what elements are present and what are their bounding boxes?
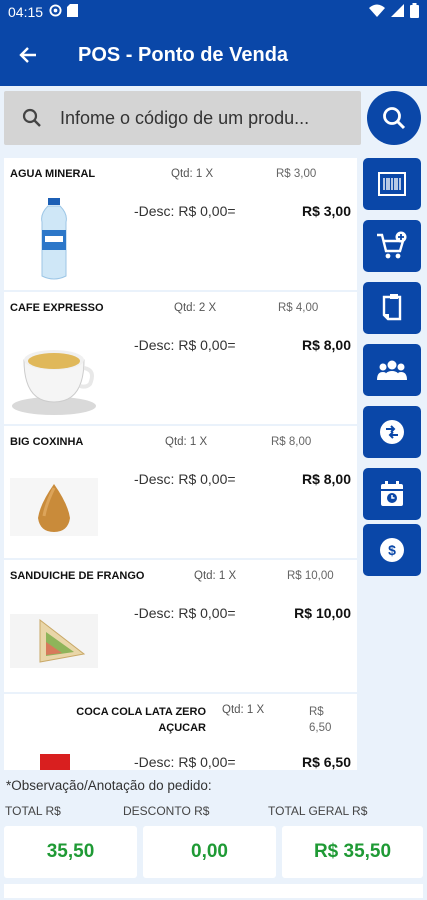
order-observation-link[interactable]: *Observação/Anotação do pedido: bbox=[6, 778, 212, 793]
coxinha-image bbox=[10, 464, 98, 550]
item-name: COCA COLA LATA ZERO AÇUCAR bbox=[62, 704, 206, 736]
item-unit-price: R$ 4,00 bbox=[278, 302, 319, 314]
discount-label: DESCONTO R$ bbox=[123, 804, 210, 818]
item-discount: -Desc: R$ 0,00= bbox=[134, 203, 236, 219]
add-to-cart-icon bbox=[377, 231, 407, 259]
item-quantity: Qtd: 2 X bbox=[174, 302, 217, 314]
item-name: BIG COXINHA bbox=[10, 436, 84, 448]
grand-total-label: TOTAL GERAL R$ bbox=[268, 804, 368, 818]
item-discount: -Desc: R$ 0,00= bbox=[134, 605, 236, 621]
barcode-icon bbox=[378, 172, 406, 196]
add-to-cart-button[interactable] bbox=[363, 220, 421, 272]
customers-icon bbox=[377, 360, 407, 380]
water-bottle-image bbox=[10, 196, 98, 282]
soda-can-image bbox=[10, 754, 98, 770]
item-total: R$ 3,00 bbox=[301, 203, 351, 219]
arrow-back-icon bbox=[19, 47, 36, 63]
settings-status-icon bbox=[49, 4, 62, 20]
item-name: CAFE EXPRESSO bbox=[10, 302, 104, 314]
item-discount: -Desc: R$ 0,00= bbox=[134, 337, 236, 353]
calendar-clock-icon bbox=[381, 481, 403, 506]
item-name: AGUA MINERAL bbox=[10, 168, 96, 180]
item-unit-price: R$ 8,00 bbox=[271, 436, 312, 448]
total-value: 35,50 bbox=[4, 826, 137, 878]
back-button[interactable] bbox=[0, 24, 56, 86]
item-total: R$ 6,50 bbox=[301, 754, 351, 770]
item-name-line: COCA COLA LATA ZERO bbox=[76, 706, 206, 718]
cart-item-list[interactable]: AGUA MINERAL Qtd: 1 X R$ 3,00 -Desc: R$ … bbox=[4, 158, 357, 770]
status-bar: 04:15 bbox=[0, 0, 427, 24]
item-quantity: Qtd: 1 X bbox=[222, 704, 265, 716]
item-total: R$ 8,00 bbox=[301, 471, 351, 487]
discount-button[interactable] bbox=[363, 406, 421, 458]
item-unit-price: R$ 10,00 bbox=[287, 570, 334, 582]
cart-item[interactable]: AGUA MINERAL Qtd: 1 X R$ 3,00 -Desc: R$ … bbox=[4, 158, 357, 290]
item-name: SANDUICHE DE FRANGO bbox=[10, 570, 145, 582]
app-bar: POS - Ponto de Venda bbox=[0, 24, 427, 86]
coffee-cup-image bbox=[10, 330, 98, 416]
search-icon bbox=[383, 107, 406, 130]
battery-icon bbox=[410, 3, 419, 21]
status-time: 04:15 bbox=[8, 4, 44, 20]
customers-button[interactable] bbox=[363, 344, 421, 396]
sandwich-image bbox=[10, 598, 98, 684]
payment-icon: $ bbox=[380, 538, 404, 562]
cart-item[interactable]: SANDUICHE DE FRANGO Qtd: 1 X R$ 10,00 -D… bbox=[4, 560, 357, 692]
item-total: R$ 8,00 bbox=[301, 337, 351, 353]
discount-icon bbox=[380, 420, 404, 444]
search-placeholder: Infome o código de um produ... bbox=[60, 107, 310, 128]
product-search-input[interactable]: Infome o código de um produ... bbox=[4, 91, 361, 145]
payment-button[interactable]: $ bbox=[363, 524, 421, 576]
sd-card-status-icon bbox=[67, 4, 79, 20]
item-unit-price: R$ 3,00 bbox=[276, 168, 317, 180]
cart-item[interactable]: CAFE EXPRESSO Qtd: 2 X R$ 4,00 -Desc: R$… bbox=[4, 292, 357, 424]
item-unit-price-line: R$ bbox=[309, 706, 324, 718]
search-icon bbox=[4, 108, 60, 128]
cart-item[interactable]: BIG COXINHA Qtd: 1 X R$ 8,00 -Desc: R$ 0… bbox=[4, 426, 357, 558]
document-button[interactable] bbox=[363, 282, 421, 334]
signal-icon bbox=[391, 4, 404, 20]
search-button[interactable] bbox=[367, 91, 421, 145]
wifi-icon bbox=[369, 4, 385, 20]
item-total: R$ 10,00 bbox=[294, 605, 351, 621]
item-discount: -Desc: R$ 0,00= bbox=[134, 471, 236, 487]
cart-item[interactable]: COCA COLA LATA ZERO AÇUCAR Qtd: 1 X R$ 6… bbox=[4, 694, 357, 770]
item-discount: -Desc: R$ 0,00= bbox=[134, 754, 236, 770]
item-unit-price-line: 6,50 bbox=[309, 722, 332, 734]
barcode-scan-button[interactable] bbox=[363, 158, 421, 210]
item-quantity: Qtd: 1 X bbox=[165, 436, 208, 448]
item-name-line: AÇUCAR bbox=[158, 722, 206, 734]
svg-text:$: $ bbox=[388, 542, 396, 558]
item-unit-price: R$ 6,50 bbox=[309, 704, 331, 736]
schedule-button[interactable] bbox=[363, 468, 421, 520]
page-title: POS - Ponto de Venda bbox=[78, 43, 289, 66]
item-quantity: Qtd: 1 X bbox=[171, 168, 214, 180]
grand-total-value: R$ 35,50 bbox=[282, 826, 423, 878]
discount-value[interactable]: 0,00 bbox=[143, 826, 276, 878]
bottom-action-bar bbox=[4, 884, 423, 898]
item-quantity: Qtd: 1 X bbox=[194, 570, 237, 582]
total-label: TOTAL R$ bbox=[5, 804, 61, 818]
document-icon bbox=[382, 294, 402, 321]
